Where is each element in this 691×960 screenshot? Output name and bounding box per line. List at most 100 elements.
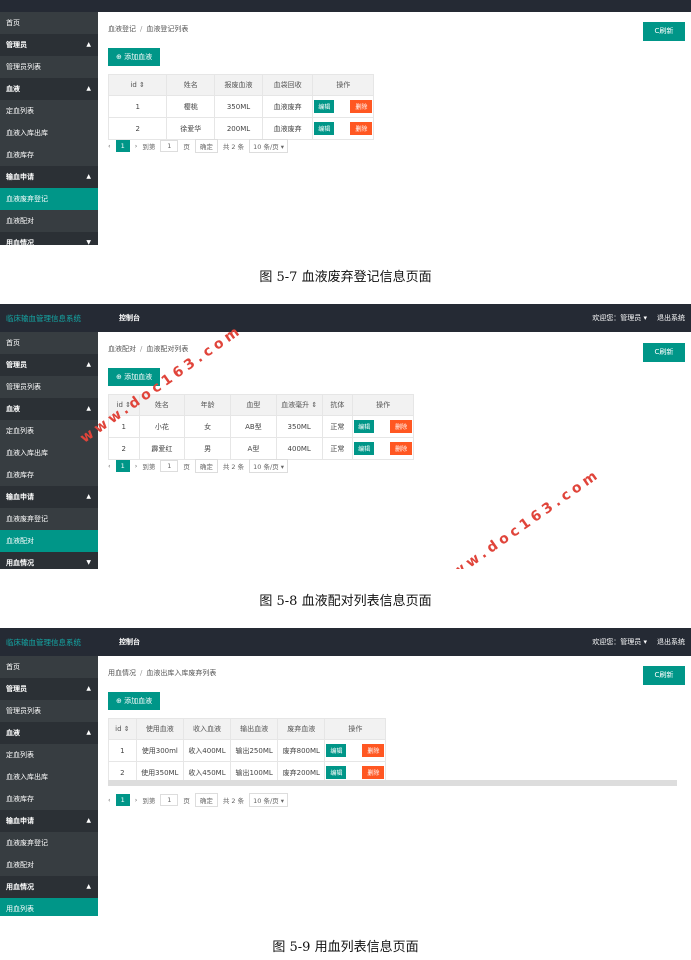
sidebar-group-blood[interactable]: 血液 ▲ [0, 398, 98, 420]
sidebar-item-admin-list[interactable]: 管理员列表 [0, 56, 98, 78]
breadcrumb-item[interactable]: 血液登记 [108, 25, 136, 33]
delete-button[interactable]: 删除 [362, 744, 385, 757]
sidebar-item-discard-reg[interactable]: 血液废弃登记 [0, 832, 98, 854]
sidebar-item-blood-inout[interactable]: 血液入库出库 [0, 122, 98, 144]
breadcrumb-item[interactable]: 血液配对列表 [146, 345, 188, 353]
sidebar-group-label: 输血申请 [6, 173, 34, 181]
table-row: 2 徐爱华 200ML 血液废弃 编辑 删除 [107, 117, 375, 140]
sidebar-item-discard-reg[interactable]: 血液废弃登记 [0, 188, 98, 210]
edit-button[interactable]: 编辑 [354, 420, 375, 433]
edit-button[interactable]: 编辑 [314, 122, 335, 135]
sidebar-group-admin[interactable]: 管理员 ▲ [0, 354, 98, 376]
sidebar-item-home[interactable]: 首页 [0, 332, 98, 354]
sidebar-item-blood-stock[interactable]: 血液库存 [0, 788, 98, 810]
breadcrumb-item[interactable]: 血液配对 [108, 345, 136, 353]
welcome-dropdown[interactable]: 欢迎您：管理员 ▾ [592, 314, 647, 322]
next-page-icon[interactable]: › [135, 142, 138, 150]
sidebar-group-usage[interactable]: 用血情况 ▼ [0, 552, 98, 569]
welcome-dropdown[interactable]: 欢迎您：管理员 ▾ [592, 638, 647, 646]
edit-button[interactable]: 编辑 [314, 100, 335, 113]
delete-button[interactable]: 删除 [362, 766, 385, 779]
sidebar-group-apply[interactable]: 输血申请 ▲ [0, 810, 98, 832]
next-page-icon[interactable]: › [135, 796, 138, 804]
data-table: id ⇕ 姓名 年龄 血型 血液毫升 ⇕ 抗体 操作 1 小花 女 AB型 35… [108, 394, 415, 460]
logout-link[interactable]: 退出系统 [657, 314, 685, 322]
table-cell: 2 [108, 437, 140, 460]
chevron-up-icon: ▲ [86, 85, 91, 92]
current-page[interactable]: 1 [115, 140, 130, 152]
sidebar-item-admin-list[interactable]: 管理员列表 [0, 376, 98, 398]
sidebar-item-blood-list[interactable]: 定血列表 [0, 744, 98, 766]
page-input[interactable]: 1 [160, 140, 179, 152]
breadcrumb-item[interactable]: 血液出库入库废弃列表 [146, 669, 216, 677]
refresh-button[interactable]: C刷新 [643, 666, 685, 685]
chevron-up-icon: ▲ [86, 729, 91, 736]
page-input[interactable]: 1 [160, 794, 179, 806]
sidebar-item-match[interactable]: 血液配对 [0, 530, 98, 552]
delete-button[interactable]: 删除 [350, 100, 373, 113]
sidebar-item-blood-stock[interactable]: 血液库存 [0, 464, 98, 486]
confirm-button[interactable]: 确定 [194, 139, 218, 153]
page-input[interactable]: 1 [160, 460, 179, 472]
sidebar-item-usage-list[interactable]: 用血列表 [0, 898, 98, 916]
prev-page-icon[interactable]: ‹ [108, 142, 111, 150]
breadcrumb-item[interactable]: 用血情况 [108, 669, 136, 677]
sidebar-item-home[interactable]: 首页 [0, 656, 98, 678]
delete-button[interactable]: 删除 [350, 122, 373, 135]
add-blood-button[interactable]: ⊕ 添加血液 [108, 48, 161, 66]
page-size-select[interactable]: 10 条/页 ▾ [249, 139, 288, 153]
column-header: 姓名 [166, 74, 216, 96]
goto-label: 到第 [142, 143, 156, 151]
sidebar-group-usage[interactable]: 用血情况 ▲ [0, 876, 98, 898]
sidebar-item-blood-stock[interactable]: 血液库存 [0, 144, 98, 166]
sidebar-item-discard-reg[interactable]: 血液废弃登记 [0, 508, 98, 530]
prev-page-icon[interactable]: ‹ [108, 796, 111, 804]
page-unit: 页 [183, 797, 190, 805]
breadcrumb-item[interactable]: 血液登记列表 [146, 25, 188, 33]
delete-button[interactable]: 删除 [390, 420, 413, 433]
page-size-select[interactable]: 10 条/页 ▾ [249, 459, 288, 473]
sidebar-item-match[interactable]: 血液配对 [0, 210, 98, 232]
edit-button[interactable]: 编辑 [326, 766, 347, 779]
tab-console[interactable]: 控制台 [119, 637, 140, 647]
column-header: 操作 [324, 718, 387, 740]
column-header[interactable]: id ⇕ [107, 74, 168, 96]
sidebar-item-admin-list[interactable]: 管理员列表 [0, 700, 98, 722]
sidebar-group-admin[interactable]: 管理员 ▲ [0, 678, 98, 700]
page-size-select[interactable]: 10 条/页 ▾ [249, 793, 288, 807]
column-header[interactable]: 血液毫升 ⇕ [275, 394, 323, 416]
sidebar-group-blood[interactable]: 血液 ▲ [0, 78, 98, 100]
chevron-up-icon: ▲ [86, 173, 91, 180]
edit-button[interactable]: 编辑 [326, 744, 347, 757]
sidebar-item-blood-list[interactable]: 定血列表 [0, 100, 98, 122]
refresh-button[interactable]: C刷新 [643, 343, 685, 362]
prev-page-icon[interactable]: ‹ [108, 462, 111, 470]
chevron-down-icon: ▼ [86, 559, 91, 566]
sidebar-group-admin[interactable]: 管理员 ▲ [0, 34, 98, 56]
sidebar-group-blood[interactable]: 血液 ▲ [0, 722, 98, 744]
table-cell: 正常 [321, 415, 354, 438]
confirm-button[interactable]: 确定 [194, 793, 218, 807]
sidebar-group-apply[interactable]: 输血申请 ▲ [0, 166, 98, 188]
tab-console[interactable]: 控制台 [119, 313, 140, 323]
figure-caption: 图 5-9 用血列表信息页面 [272, 940, 419, 955]
current-page[interactable]: 1 [115, 460, 130, 472]
edit-button[interactable]: 编辑 [354, 442, 375, 455]
column-header: 报废血液 [214, 74, 263, 96]
sidebar-item-blood-inout[interactable]: 血液入库出库 [0, 442, 98, 464]
delete-button[interactable]: 删除 [390, 442, 413, 455]
logout-link[interactable]: 退出系统 [657, 638, 685, 646]
sidebar-group-usage[interactable]: 用血情况 ▼ [0, 232, 98, 245]
sidebar-group-apply[interactable]: 输血申请 ▲ [0, 486, 98, 508]
sidebar-item-home[interactable]: 首页 [0, 12, 98, 34]
column-header[interactable]: id ⇕ [108, 718, 137, 740]
confirm-button[interactable]: 确定 [194, 459, 218, 473]
horizontal-scrollbar[interactable] [108, 780, 677, 786]
sidebar-item-match[interactable]: 血液配对 [0, 854, 98, 876]
next-page-icon[interactable]: › [135, 462, 138, 470]
sidebar-item-blood-inout[interactable]: 血液入库出库 [0, 766, 98, 788]
current-page[interactable]: 1 [115, 794, 130, 806]
add-blood-button[interactable]: ⊕ 添加血液 [108, 692, 161, 710]
table-cell: 女 [184, 415, 232, 438]
refresh-button[interactable]: C刷新 [643, 22, 685, 41]
